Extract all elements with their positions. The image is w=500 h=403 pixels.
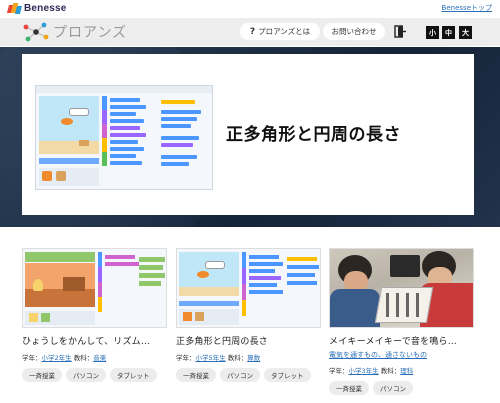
proanz-logo-icon [23,22,49,42]
lesson-card-meta: 学年：小学2年生 教科：音楽 [22,352,167,362]
subject-label: 教科： [73,354,94,362]
lesson-card-meta: 学年：小学3年生 教科：理科 [329,365,474,375]
text-size-small-button[interactable]: 小 [426,26,439,39]
tag[interactable]: タブレット [110,368,157,382]
question-icon: ? [249,26,256,37]
exit-door-icon[interactable] [394,25,406,38]
nav-about-label: プロアンズとは [258,27,311,36]
nav-about-button[interactable]: ? プロアンズとは [240,23,320,40]
benesse-top-link[interactable]: Benesseトップ [442,3,492,13]
lesson-thumbnail-image [22,248,167,328]
top-bar: Benesse Benesseトップ [0,0,500,17]
tag[interactable]: 一斉授業 [176,368,216,382]
subject-link[interactable]: 音楽 [93,354,106,362]
hero-title: 正多角形と円周の長さ [226,125,401,145]
tag-list: 一斉授業 パソコン タブレット [22,368,167,382]
lesson-card-subtitle[interactable]: 電気を通すもの、通さないもの [329,350,474,360]
grade-link[interactable]: 小学3年生 [349,367,379,375]
tag-list: 一斉授業 パソコン [329,381,474,395]
tag[interactable]: パソコン [373,381,413,395]
site-header: プロアンズ ? プロアンズとは お問い合わせ 小 中 大 [0,18,500,46]
text-size-large-button[interactable]: 大 [459,26,472,39]
nav-contact-label: お問い合わせ [331,27,377,36]
tag-list: 一斉授業 パソコン タブレット [176,368,321,382]
hero-screenshot-image [35,85,213,190]
tag[interactable]: パソコン [66,368,106,382]
tag[interactable]: タブレット [264,368,311,382]
subject-link[interactable]: 理科 [400,367,413,375]
nav-contact-button[interactable]: お問い合わせ [323,23,385,40]
grade-link[interactable]: 小学5年生 [196,354,226,362]
lesson-card[interactable]: 正多角形と円周の長さ 学年：小学5年生 教科：算数 一斉授業 パソコン タブレッ… [176,248,321,382]
hero-card[interactable]: 正多角形と円周の長さ [22,54,474,215]
subject-label: 教科： [227,354,248,362]
tag[interactable]: 一斉授業 [22,368,62,382]
lesson-card-title[interactable]: ひょうしをかんして、リズム… [22,334,167,347]
tag[interactable]: パソコン [220,368,260,382]
tag[interactable]: 一斉授業 [329,381,369,395]
benesse-logo[interactable]: Benesse [6,1,67,16]
subject-label: 教科： [380,367,401,375]
hero-banner: 正多角形と円周の長さ [0,47,500,227]
lesson-thumbnail-photo [329,248,474,328]
lesson-card[interactable]: ひょうしをかんして、リズム… 学年：小学2年生 教科：音楽 一斉授業 パソコン … [22,248,167,382]
lesson-card-title[interactable]: 正多角形と円周の長さ [176,334,321,347]
benesse-wordmark: Benesse [24,3,67,14]
grade-link[interactable]: 小学2年生 [42,354,72,362]
lesson-card[interactable]: メイキーメイキーで音を鳴ら… 電気を通すもの、通さないもの 学年：小学3年生 教… [329,248,474,395]
lesson-card-title[interactable]: メイキーメイキーで音を鳴ら… [329,334,474,347]
lesson-card-meta: 学年：小学5年生 教科：算数 [176,352,321,362]
text-size-medium-button[interactable]: 中 [442,26,455,39]
grade-label: 学年： [22,354,42,362]
grade-label: 学年： [176,354,196,362]
lesson-thumbnail-image [176,248,321,328]
proanz-logo-text: プロアンズ [53,25,128,41]
proanz-logo[interactable]: プロアンズ [22,22,127,42]
subject-link[interactable]: 算数 [247,354,260,362]
benesse-mark-icon [6,2,23,15]
grade-label: 学年： [329,367,349,375]
